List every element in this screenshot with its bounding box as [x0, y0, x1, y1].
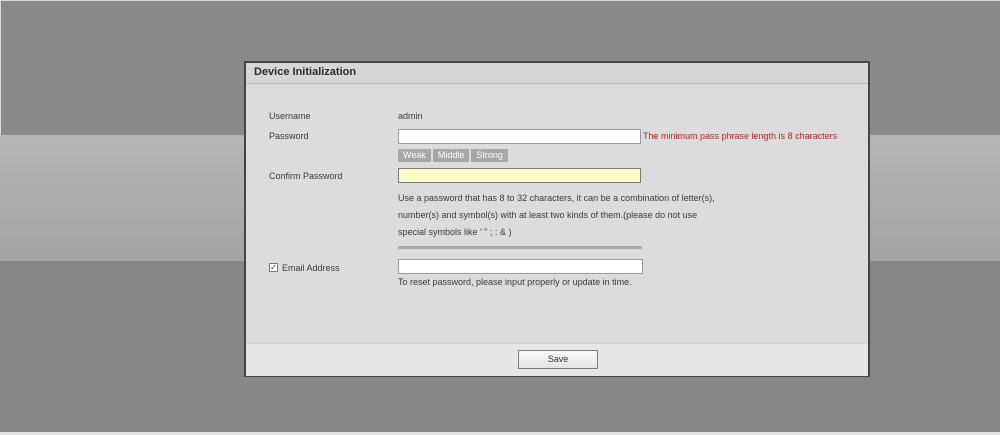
password-input[interactable] — [398, 129, 641, 144]
strength-weak: Weak — [398, 149, 431, 162]
strength-strong: Strong — [471, 149, 508, 162]
email-address-label: Email Address — [282, 263, 340, 273]
username-label: Username — [269, 111, 311, 121]
password-error-message: The minimum pass phrase length is 8 char… — [643, 131, 838, 141]
password-strength-indicator: Weak Middle Strong — [398, 149, 510, 162]
section-divider — [398, 246, 642, 249]
password-hint: Use a password that has 8 to 32 characte… — [398, 190, 738, 241]
username-value: admin — [398, 111, 423, 121]
device-initialization-dialog: Device Initialization Username admin Pas… — [244, 61, 870, 377]
email-address-checkbox[interactable]: ✓ — [269, 263, 278, 272]
dialog-title: Device Initialization — [254, 66, 357, 78]
password-label: Password — [269, 131, 309, 141]
password-hint-line-1: Use a password that has 8 to 32 characte… — [398, 193, 715, 203]
save-button[interactable]: Save — [518, 350, 598, 369]
email-address-input[interactable] — [398, 259, 643, 274]
dialog-header: Device Initialization — [246, 63, 868, 84]
confirm-password-label: Confirm Password — [269, 171, 343, 181]
dialog-footer: Save — [246, 343, 868, 376]
confirm-password-input[interactable] — [398, 168, 641, 183]
email-hint: To reset password, please input properly… — [398, 277, 632, 287]
password-hint-line-3: special symbols like ' " ; : & ) — [398, 227, 512, 237]
strength-middle: Middle — [432, 149, 470, 162]
password-hint-line-2: number(s) and symbol(s) with at least tw… — [398, 210, 698, 220]
